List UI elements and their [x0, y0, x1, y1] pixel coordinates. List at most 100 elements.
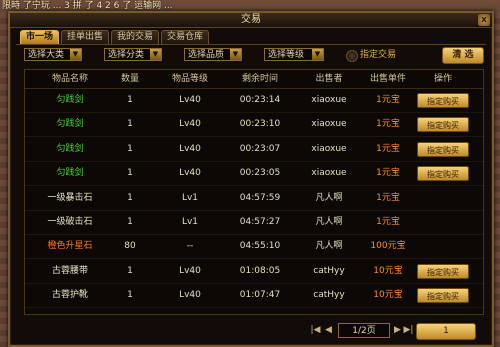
table-row[interactable]: 匀践剑 1 Lv40 00:23:14 xiaoxue 1元宝 指定购买	[25, 89, 483, 113]
category-select[interactable]: 选择大类 ▼	[24, 48, 82, 61]
remaining-time: 00:23:05	[239, 168, 281, 179]
chevron-down-icon: ▼	[70, 49, 81, 60]
item-name: 匀践剑	[56, 143, 84, 154]
item-level: Lv40	[179, 143, 201, 154]
tab-my-trades[interactable]: 我的交易	[111, 30, 160, 44]
table-row[interactable]: 橙色升星石 80 -- 04:55:10 凡人啊 100元宝	[25, 235, 483, 260]
unit-price: 1元宝	[376, 119, 400, 130]
item-level: Lv40	[179, 95, 201, 105]
tab-market[interactable]: 市一场	[20, 30, 60, 44]
item-name: 古蓉护靴	[51, 290, 88, 301]
market-table: 物品名称 数量 物品等级 剩余时间 出售者 出售单件 操作 匀践剑 1 Lv40 00…	[24, 69, 484, 315]
unit-price: 10元宝	[373, 265, 403, 276]
header-remaining-time: 剩余时间	[241, 74, 278, 84]
filter-row: 选择大类 ▼ 选择分类 ▼ 选择品质 ▼ 选择等级 ▼ 指定交易 清 选	[24, 47, 484, 65]
item-name: 古蓉腰带	[51, 265, 88, 276]
item-quantity: 1	[127, 217, 133, 227]
seller-name: xiaoxue	[311, 168, 347, 179]
item-quantity: 1	[127, 290, 133, 301]
title-bar[interactable]: 交易 x	[10, 13, 492, 28]
remaining-time: 04:57:27	[239, 217, 281, 227]
first-page-icon[interactable]: |◀	[310, 324, 321, 337]
page-jump-input[interactable]: 1	[416, 323, 476, 340]
seller-name: xiaoxue	[311, 119, 347, 130]
clear-filters-button[interactable]: 清 选	[442, 47, 484, 64]
close-button[interactable]: x	[478, 14, 490, 26]
seller-name: xiaoxue	[311, 143, 347, 154]
item-quantity: 1	[127, 168, 133, 179]
remaining-time: 00:23:10	[239, 119, 281, 130]
item-name: 橙色升星石	[47, 241, 93, 252]
header-action: 操作	[433, 74, 452, 84]
table-row[interactable]: 匀践剑 1 Lv40 00:23:05 xiaoxue 1元宝 指定购买	[25, 162, 483, 187]
item-quantity: 1	[127, 192, 133, 203]
item-level: Lv40	[179, 265, 201, 276]
table-row[interactable]: 古蓉护靴 1 Lv40 01:07:47 catHyy 10元宝 指定购买	[25, 284, 483, 309]
item-quantity: 1	[127, 143, 133, 154]
tab-divider	[16, 44, 486, 45]
designated-buy-button[interactable]: 指定购买	[417, 141, 469, 157]
seller-name: catHyy	[313, 290, 345, 301]
last-page-icon[interactable]: ▶|	[403, 324, 414, 337]
item-quantity: 1	[127, 95, 133, 105]
seller-name: 凡人啊	[315, 192, 343, 203]
item-quantity: 80	[124, 241, 136, 252]
trade-window: 交易 x 市一场 挂单出售 我的交易 交易仓库 选择大类 ▼ 选择分类 ▼ 选择…	[8, 11, 494, 347]
prev-page-icon[interactable]: ◀	[323, 324, 334, 337]
window-title: 交易	[241, 14, 261, 25]
designated-buy-button[interactable]: 指定购买	[417, 117, 469, 133]
pagination: |◀ ◀ 1/2页 ▶ ▶| 1	[310, 323, 490, 340]
subcategory-select-value: 选择分类	[108, 50, 145, 60]
designated-trade-label: 指定交易	[360, 50, 397, 60]
remaining-time: 01:08:05	[239, 265, 281, 276]
unit-price: 100元宝	[370, 241, 406, 252]
designated-buy-button[interactable]: 指定购买	[417, 288, 469, 304]
unit-price: 1元宝	[376, 95, 400, 105]
page-indicator: 1/2页	[338, 323, 390, 338]
level-select[interactable]: 选择等级 ▼	[264, 48, 324, 61]
table-row[interactable]: 匀践剑 1 Lv40 00:23:07 xiaoxue 1元宝 指定购买	[25, 138, 483, 162]
item-quantity: 1	[127, 119, 133, 130]
category-select-value: 选择大类	[28, 50, 65, 60]
header-item-name: 物品名称	[51, 74, 88, 84]
tab-trade-warehouse[interactable]: 交易仓库	[161, 30, 210, 44]
item-name: 一级破击石	[47, 217, 93, 227]
unit-price: 1元宝	[376, 168, 400, 179]
remaining-time: 04:57:59	[239, 192, 281, 203]
unit-price: 1元宝	[376, 143, 400, 154]
item-level: Lv40	[179, 290, 201, 301]
seller-name: 凡人啊	[315, 217, 343, 227]
table-row[interactable]: 古蓉腰带 1 Lv40 01:08:05 catHyy 10元宝 指定购买	[25, 260, 483, 284]
quality-select[interactable]: 选择品质 ▼	[184, 48, 242, 61]
table-row[interactable]: 一级破击石 1 Lv1 04:57:27 凡人啊 1元宝	[25, 211, 483, 235]
item-name: 匀践剑	[56, 119, 84, 130]
unit-price: 1元宝	[376, 192, 400, 203]
next-page-icon[interactable]: ▶	[392, 324, 403, 337]
header-item-level: 物品等级	[171, 74, 208, 84]
item-level: --	[186, 241, 194, 252]
tab-bar: 市一场 挂单出售 我的交易 交易仓库	[20, 30, 210, 44]
remaining-time: 00:23:14	[239, 95, 281, 105]
subcategory-select[interactable]: 选择分类 ▼	[104, 48, 162, 61]
chevron-down-icon: ▼	[230, 49, 241, 60]
item-level: Lv40	[179, 119, 201, 130]
tab-list-for-sale[interactable]: 挂单出售	[61, 30, 110, 44]
item-level: Lv1	[181, 192, 199, 203]
designated-buy-button[interactable]: 指定购买	[417, 166, 469, 182]
seller-name: xiaoxue	[311, 95, 347, 105]
item-level: Lv1	[181, 217, 199, 227]
table-row[interactable]: 匀践剑 1 Lv40 00:23:10 xiaoxue 1元宝 指定购买	[25, 113, 483, 138]
chevron-down-icon: ▼	[312, 49, 323, 60]
item-name: 匀践剑	[56, 95, 84, 105]
quality-select-value: 选择品质	[188, 50, 225, 60]
table-row[interactable]: 一级暴击石 1 Lv1 04:57:59 凡人啊 1元宝	[25, 187, 483, 211]
seller-name: 凡人啊	[315, 241, 343, 252]
remaining-time: 04:55:10	[239, 241, 281, 252]
header-quantity: 数量	[120, 74, 139, 84]
table-header: 物品名称 数量 物品等级 剩余时间 出售者 出售单件 操作	[25, 70, 483, 89]
remaining-time: 01:07:47	[239, 290, 281, 301]
designated-buy-button[interactable]: 指定购买	[417, 93, 469, 108]
designated-buy-button[interactable]: 指定购买	[417, 263, 469, 279]
designated-trade-checkbox[interactable]	[346, 50, 358, 62]
header-seller: 出售者	[315, 74, 343, 84]
